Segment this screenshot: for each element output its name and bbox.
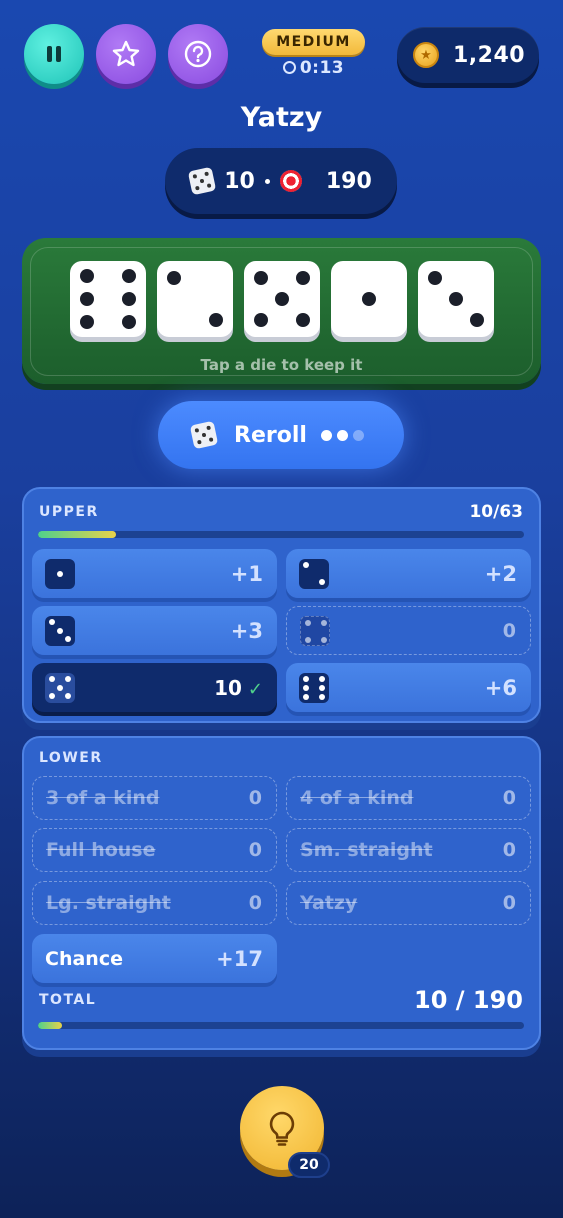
reroll-button[interactable]: Reroll xyxy=(158,401,404,469)
die-face-6-icon xyxy=(299,672,329,703)
die-face-1-icon xyxy=(45,558,75,589)
cell-points: +6 xyxy=(484,675,517,700)
upper-progress-bar xyxy=(38,531,524,538)
upper-cell-5s: 10 ✓ xyxy=(32,663,277,712)
pause-button[interactable] xyxy=(24,24,84,84)
upper-cell-6s[interactable]: +6 xyxy=(286,663,531,712)
star-icon xyxy=(112,40,140,67)
help-button[interactable] xyxy=(168,24,228,84)
upper-progress-fill xyxy=(38,531,116,538)
check-icon: ✓ xyxy=(247,678,263,700)
cell-points: +3 xyxy=(230,618,263,643)
cell-points: 0 xyxy=(248,892,262,914)
stopwatch-icon xyxy=(282,61,296,74)
cell-points: 0 xyxy=(248,787,262,809)
favorite-button[interactable] xyxy=(96,24,156,84)
upper-cell-3s[interactable]: +3 xyxy=(32,606,277,655)
die-4[interactable] xyxy=(331,261,407,337)
cell-label: Full house xyxy=(46,839,156,861)
total-label: TOTAL xyxy=(39,992,97,1008)
cell-points: 0 xyxy=(248,839,262,861)
upper-cell-2s[interactable]: +2 xyxy=(286,549,531,598)
timer-value: 0:13 xyxy=(299,58,345,78)
tray-hint: Tap a die to keep it xyxy=(200,356,363,374)
total-progress-fill xyxy=(38,1022,63,1029)
cell-points: +1 xyxy=(230,561,263,586)
cell-label: Lg. straight xyxy=(46,892,171,914)
upper-cell-4s: 0 xyxy=(286,606,531,655)
separator-dot xyxy=(264,178,270,184)
score-pill: 10 190 xyxy=(165,148,397,214)
cell-points: 10 ✓ xyxy=(214,675,263,700)
lower-cell-3-of-a-kind: 3 of a kind 0 xyxy=(32,776,277,820)
difficulty-badge: MEDIUM xyxy=(262,29,365,55)
reroll-label: Reroll xyxy=(234,422,307,448)
target-icon xyxy=(279,170,302,192)
cell-points: +17 xyxy=(216,946,263,971)
roll-pip xyxy=(336,429,348,441)
die-2[interactable] xyxy=(157,261,233,337)
cell-points: 0 xyxy=(502,787,516,809)
game-title: Yatzy xyxy=(240,102,323,133)
die-face-4-icon xyxy=(300,615,330,646)
lower-cell-sm-straight: Sm. straight 0 xyxy=(286,828,531,872)
lightbulb-icon xyxy=(269,1111,295,1146)
rolls-left-indicator xyxy=(320,429,364,441)
lower-label: LOWER xyxy=(39,750,103,766)
upper-progress-text: 10/63 xyxy=(469,502,523,522)
die-face-3-icon xyxy=(45,615,75,646)
die-1[interactable] xyxy=(70,261,146,337)
total-value: 10 / 190 xyxy=(414,986,523,1014)
roll-pip xyxy=(352,429,364,441)
upper-label: UPPER xyxy=(39,504,99,520)
roll-pip xyxy=(320,429,332,441)
game-timer: 0:13 xyxy=(262,58,365,78)
die-5[interactable] xyxy=(418,261,494,337)
die-face-2-icon xyxy=(299,558,329,589)
lower-cell-lg-straight: Lg. straight 0 xyxy=(32,881,277,925)
lower-cell-4-of-a-kind: 4 of a kind 0 xyxy=(286,776,531,820)
question-icon xyxy=(184,40,212,68)
current-score: 10 xyxy=(224,168,255,194)
die-face-5-icon xyxy=(45,672,75,703)
lower-cell-full-house: Full house 0 xyxy=(32,828,277,872)
coin-value: 1,240 xyxy=(453,42,526,68)
dice-icon xyxy=(189,420,219,450)
die-3[interactable] xyxy=(244,261,320,337)
cell-points: 0 xyxy=(502,619,516,642)
cell-label: Chance xyxy=(45,947,123,970)
coin-balance[interactable]: ★ 1,240 xyxy=(397,27,539,83)
lower-cell-yatzy: Yatzy 0 xyxy=(286,881,531,925)
cell-points: +2 xyxy=(484,561,517,586)
dice-icon xyxy=(187,166,217,196)
target-score: 190 xyxy=(325,168,372,194)
cell-label: 3 of a kind xyxy=(46,787,160,809)
cell-label: Sm. straight xyxy=(300,839,433,861)
total-progress-bar xyxy=(38,1022,524,1029)
hint-count-badge: 20 xyxy=(288,1152,330,1178)
lower-cell-chance[interactable]: Chance +17 xyxy=(32,934,277,983)
cell-label: 4 of a kind xyxy=(300,787,414,809)
cell-points: 0 xyxy=(502,892,516,914)
coin-icon: ★ xyxy=(413,42,439,68)
cell-label: Yatzy xyxy=(300,892,358,914)
pause-icon xyxy=(47,46,61,62)
upper-cell-1s[interactable]: +1 xyxy=(32,549,277,598)
cell-points: 0 xyxy=(502,839,516,861)
